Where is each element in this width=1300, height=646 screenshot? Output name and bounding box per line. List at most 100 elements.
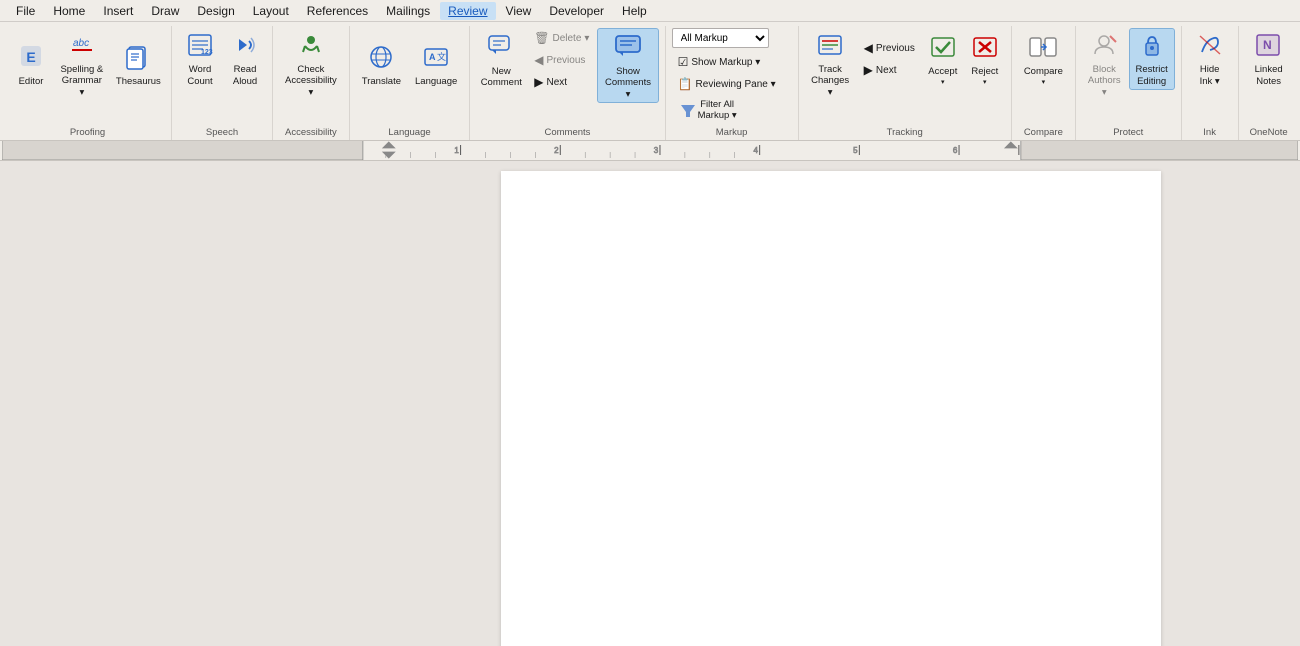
- translate-icon: [367, 44, 395, 74]
- previous-comment-button[interactable]: ◀ Previous: [528, 50, 595, 70]
- next-comment-icon: ▶: [534, 75, 543, 89]
- accept-button[interactable]: Accept ▾: [923, 28, 963, 90]
- svg-text:6: 6: [953, 146, 958, 155]
- comments-label: Comments: [476, 125, 658, 138]
- menu-help[interactable]: Help: [614, 2, 655, 20]
- accept-icon: [929, 34, 957, 64]
- accessibility-label: Accessibility: [279, 125, 343, 138]
- check-accessibility-icon: [295, 32, 327, 62]
- compare-icon: [1028, 34, 1058, 64]
- reviewing-pane-button[interactable]: 📋 Reviewing Pane ▾: [672, 74, 792, 94]
- restrict-editing-icon: [1138, 32, 1166, 62]
- ribbon-group-speech: 123 WordCount ReadAloud Speech: [172, 26, 273, 140]
- restrict-editing-button[interactable]: RestrictEditing: [1129, 28, 1175, 90]
- svg-text:5: 5: [853, 146, 858, 155]
- svg-text:2: 2: [554, 146, 559, 155]
- horizontal-ruler: // This is a static SVG, ticks are rende…: [0, 141, 1300, 161]
- accept-label: Accept: [928, 66, 957, 77]
- ribbon-group-protect: BlockAuthors ▾ RestrictEditing Protect: [1076, 26, 1182, 140]
- spelling-grammar-button[interactable]: abc Spelling &Grammar ▾: [54, 28, 110, 101]
- ribbon-group-ink: HideInk ▾ Ink: [1182, 26, 1239, 140]
- menu-mailings[interactable]: Mailings: [378, 2, 438, 20]
- svg-text:123: 123: [201, 49, 213, 56]
- show-comments-icon: [613, 32, 643, 64]
- reject-arrow: ▾: [983, 79, 987, 87]
- menu-bar: File Home Insert Draw Design Layout Refe…: [0, 0, 1300, 22]
- block-authors-label: BlockAuthors ▾: [1088, 64, 1121, 98]
- track-changes-icon: [816, 32, 844, 62]
- new-comment-button[interactable]: NewComment: [476, 28, 526, 92]
- compare-button[interactable]: Compare ▾: [1018, 28, 1069, 90]
- read-aloud-icon: [231, 32, 259, 62]
- track-changes-label: TrackChanges ▾: [811, 64, 850, 98]
- block-authors-button[interactable]: BlockAuthors ▾: [1082, 28, 1127, 101]
- svg-text:A: A: [429, 52, 436, 62]
- menu-draw[interactable]: Draw: [143, 2, 187, 20]
- proofing-label: Proofing: [10, 125, 165, 138]
- reject-button[interactable]: Reject ▾: [965, 28, 1005, 90]
- thesaurus-icon: [124, 44, 152, 74]
- filter-all-markup-button[interactable]: Filter AllMarkup ▾: [672, 96, 743, 125]
- svg-text:4: 4: [753, 146, 758, 155]
- check-accessibility-button[interactable]: CheckAccessibility ▾: [279, 28, 343, 101]
- filter-markup-icon: [678, 100, 698, 120]
- all-markup-dropdown[interactable]: All Markup Simple Markup No Markup Origi…: [672, 28, 769, 48]
- document-area: [0, 161, 1300, 646]
- ribbon-group-comments: NewComment 🗑 Delete ▾ ◀ Previous ▶ Next: [470, 26, 665, 140]
- menu-developer[interactable]: Developer: [541, 2, 612, 20]
- editor-icon: E: [17, 42, 45, 74]
- ink-label: Ink: [1188, 125, 1232, 138]
- delete-button[interactable]: 🗑 Delete ▾: [528, 28, 595, 48]
- translate-button[interactable]: Translate: [356, 28, 407, 90]
- delete-label: Delete: [552, 33, 581, 44]
- show-markup-button[interactable]: ☑ Show Markup ▾: [672, 52, 792, 72]
- filter-markup-label: Filter AllMarkup ▾: [698, 99, 737, 122]
- menu-review[interactable]: Review: [440, 2, 495, 20]
- menu-references[interactable]: References: [299, 2, 376, 20]
- linked-notes-icon: N: [1254, 32, 1284, 62]
- thesaurus-button[interactable]: Thesaurus: [112, 28, 165, 90]
- next-comment-button[interactable]: ▶ Next: [528, 72, 595, 92]
- menu-layout[interactable]: Layout: [245, 2, 297, 20]
- language-button[interactable]: A 文 Language: [409, 28, 463, 90]
- ribbon-group-compare: Compare ▾ Compare: [1012, 26, 1076, 140]
- show-markup-label: Show Markup ▾: [691, 57, 760, 68]
- spelling-label: Spelling &Grammar ▾: [60, 64, 104, 98]
- track-changes-button[interactable]: TrackChanges ▾: [805, 28, 856, 101]
- speech-label: Speech: [178, 125, 266, 138]
- spelling-icon: abc: [68, 32, 96, 62]
- reviewing-pane-label: Reviewing Pane ▾: [696, 79, 776, 90]
- onenote-label: OneNote: [1245, 125, 1293, 138]
- hide-ink-label: HideInk ▾: [1200, 64, 1220, 87]
- svg-text:文: 文: [437, 51, 446, 62]
- ribbon-group-proofing: E Editor abc Spelling &Grammar ▾: [4, 26, 172, 140]
- doc-canvas: [362, 161, 1300, 646]
- ribbon-group-accessibility: CheckAccessibility ▾ Accessibility: [273, 26, 350, 140]
- linked-notes-button[interactable]: N LinkedNotes: [1245, 28, 1293, 90]
- show-markup-icon: ☑: [678, 55, 689, 69]
- ribbon-group-onenote: N LinkedNotes OneNote: [1239, 26, 1299, 140]
- new-comment-label: NewComment: [481, 66, 522, 89]
- prev-comment-label: Previous: [546, 55, 585, 66]
- next-tracking-button[interactable]: ▶ Next: [858, 60, 921, 80]
- translate-label: Translate: [362, 76, 401, 87]
- hide-ink-button[interactable]: HideInk ▾: [1188, 28, 1232, 90]
- editor-button[interactable]: E Editor: [10, 28, 52, 90]
- read-aloud-button[interactable]: ReadAloud: [224, 28, 266, 90]
- check-accessibility-label: CheckAccessibility ▾: [285, 64, 337, 98]
- menu-design[interactable]: Design: [189, 2, 242, 20]
- menu-insert[interactable]: Insert: [95, 2, 141, 20]
- word-count-button[interactable]: 123 WordCount: [178, 28, 222, 90]
- language-label: Language: [415, 76, 457, 87]
- previous-tracking-button[interactable]: ◀ Previous: [858, 38, 921, 58]
- show-comments-button[interactable]: ShowComments ▾: [597, 28, 658, 103]
- language-icon: A 文: [422, 44, 450, 74]
- page-area[interactable]: [362, 161, 1300, 646]
- menu-file[interactable]: File: [8, 2, 43, 20]
- menu-view[interactable]: View: [498, 2, 540, 20]
- document-page[interactable]: [501, 171, 1161, 646]
- ribbon: E Editor abc Spelling &Grammar ▾: [0, 22, 1300, 141]
- menu-home[interactable]: Home: [45, 2, 93, 20]
- delete-icon: 🗑: [534, 31, 549, 45]
- accept-arrow: ▾: [941, 79, 945, 87]
